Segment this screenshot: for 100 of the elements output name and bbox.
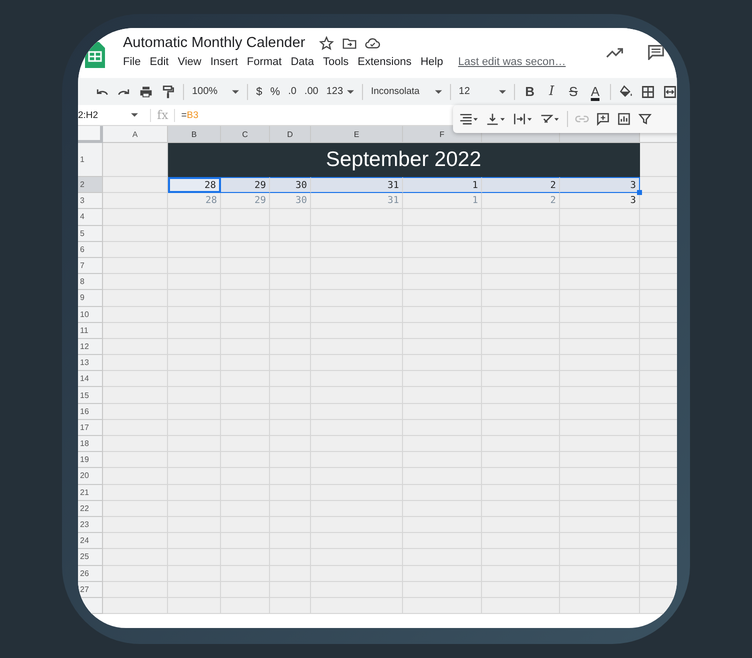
table-cell[interactable] [403,338,482,356]
table-cell[interactable] [168,258,221,274]
table-cell[interactable] [270,355,311,372]
table-cell[interactable] [403,484,482,501]
table-cell[interactable] [270,436,311,452]
menu-item[interactable]: Tools [322,56,349,68]
table-cell[interactable] [403,582,482,598]
text-rotation-icon[interactable] [540,112,560,126]
row-number[interactable]: 19 [78,452,103,468]
table-cell[interactable] [560,338,640,356]
trend-chart-icon[interactable] [606,46,624,59]
font-dropdown[interactable]: Inconsolata [371,86,442,97]
table-cell[interactable] [482,306,560,323]
table-cell[interactable] [103,484,168,501]
table-cell[interactable] [560,500,640,517]
table-cell[interactable] [103,436,168,452]
table-cell[interactable] [311,500,403,517]
table-cell[interactable] [482,209,560,226]
table-cell[interactable] [311,549,403,566]
table-cell[interactable] [560,582,640,598]
table-cell[interactable] [560,484,640,501]
bold-button[interactable]: B [522,84,537,99]
table-cell[interactable] [403,549,482,566]
table-cell[interactable] [270,322,311,339]
table-cell[interactable] [270,290,311,306]
row-number[interactable]: 5 [78,226,103,242]
table-cell[interactable] [403,452,482,468]
table-cell[interactable] [168,306,221,323]
table-cell[interactable] [403,209,482,226]
table-cell[interactable] [103,371,168,388]
table-cell[interactable] [311,242,403,258]
column-header[interactable]: C [221,126,270,143]
table-cell[interactable] [560,371,640,388]
table-cell[interactable] [560,533,640,550]
table-cell[interactable] [311,516,403,534]
table-cell[interactable] [103,533,168,550]
table-cell[interactable] [482,582,560,598]
table-cell[interactable] [168,290,221,306]
caret-icon[interactable] [347,90,354,94]
table-cell[interactable] [482,420,560,436]
table-cell[interactable] [311,226,403,242]
table-cell[interactable] [403,516,482,534]
table-cell[interactable] [482,322,560,339]
table-cell[interactable] [270,404,311,420]
table-cell[interactable] [403,598,482,614]
table-cell[interactable] [403,533,482,550]
table-cell[interactable] [403,322,482,339]
table-cell[interactable] [221,371,270,388]
table-cell[interactable] [403,274,482,290]
table-cell[interactable] [221,226,270,242]
text-color-button[interactable]: A [588,84,602,99]
table-cell[interactable] [221,209,270,226]
table-cell[interactable] [311,209,403,226]
table-cell[interactable] [560,598,640,614]
table-cell[interactable] [403,371,482,388]
table-cell[interactable] [270,500,311,517]
increase-decimals-button[interactable]: .00 [304,86,318,97]
table-cell[interactable] [168,582,221,598]
table-cell[interactable] [221,258,270,274]
filter-icon[interactable] [638,112,652,126]
menu-item[interactable]: Edit [150,56,169,68]
table-cell[interactable] [168,209,221,226]
caret-icon[interactable] [232,90,240,94]
table-cell[interactable] [270,387,311,404]
table-cell[interactable] [482,516,560,534]
row-number[interactable]: 2 [78,177,103,194]
italic-button[interactable]: I [544,84,558,99]
select-all-corner[interactable] [78,126,103,143]
table-cell[interactable] [311,566,403,582]
caret-icon[interactable] [434,90,442,94]
table-cell[interactable] [270,516,311,534]
menu-item[interactable]: File [123,56,141,68]
table-cell[interactable] [168,387,221,404]
table-cell[interactable] [221,549,270,566]
table-cell[interactable] [482,226,560,242]
table-cell[interactable] [221,322,270,339]
table-cell[interactable] [168,436,221,452]
caret-icon[interactable] [498,90,506,94]
table-cell[interactable] [270,582,311,598]
formula-field[interactable]: =B3 [181,110,198,120]
menu-item[interactable]: Help [420,56,444,68]
table-cell[interactable] [270,371,311,388]
table-cell[interactable] [103,242,168,258]
text-wrap-icon[interactable] [513,112,533,126]
print-icon[interactable] [139,84,153,98]
row-number[interactable]: 8 [78,274,103,290]
table-cell[interactable] [168,549,221,566]
star-icon[interactable] [319,36,334,50]
table-cell[interactable] [270,242,311,258]
table-cell[interactable] [311,404,403,420]
document-title[interactable]: Automatic Monthly Calender [123,35,306,51]
table-cell[interactable] [403,226,482,242]
row-number[interactable]: 26 [78,566,103,582]
table-cell[interactable] [270,306,311,323]
table-cell[interactable] [482,549,560,566]
table-cell[interactable] [168,566,221,582]
table-cell[interactable] [221,242,270,258]
table-cell[interactable] [168,468,221,485]
table-cell[interactable] [270,274,311,290]
table-cell[interactable] [221,500,270,517]
